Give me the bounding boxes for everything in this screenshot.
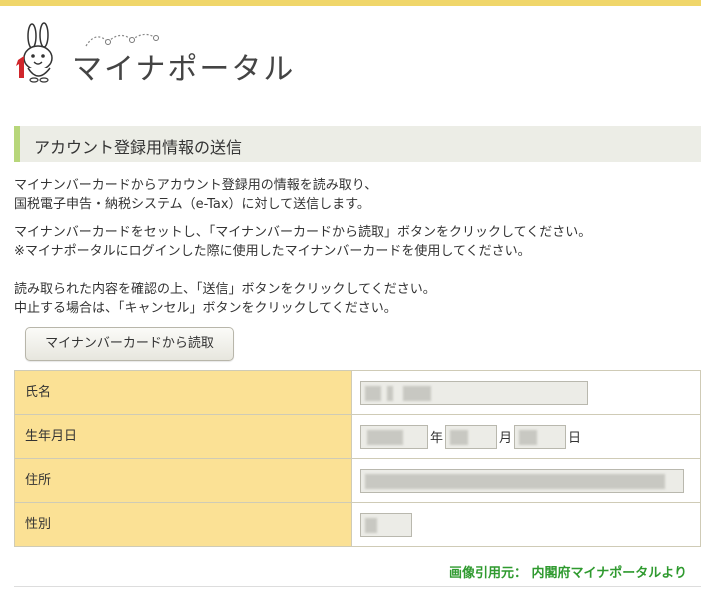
table-row-birthdate: 生年月日 年 月 日 [14, 414, 701, 459]
intro-line-4: ※マイナポータルにログインした際に使用したマイナンバーカードを使用してください。 [14, 244, 531, 259]
top-accent-bar [0, 0, 701, 6]
section-title-bar: アカウント登録用情報の送信 [14, 126, 701, 162]
redacted-block [519, 429, 538, 445]
table-row-gender: 性別 [14, 502, 701, 547]
birth-month-field [445, 424, 498, 449]
intro-line-1: マイナンバーカードからアカウント登録用の情報を読み取り、 [14, 178, 378, 193]
logo-title: マイナポータル [72, 52, 296, 87]
address-value-cell [351, 458, 701, 503]
redacted-block [450, 429, 469, 445]
image-credit: 画像引用元： 内閣府マイナポータルより [448, 566, 687, 581]
redacted-block [365, 517, 377, 533]
section-title: アカウント登録用情報の送信 [34, 138, 243, 157]
gender-value-cell [351, 502, 701, 547]
address-field [360, 468, 684, 493]
table-row-name: 氏名 [14, 370, 701, 415]
intro-line-3: マイナンバーカードをセットし、「マイナンバーカードから読取」ボタンをクリックして… [14, 225, 592, 240]
birth-year-field [360, 424, 428, 449]
table-row-address: 住所 [14, 458, 701, 503]
redacted-block [365, 385, 381, 401]
bottom-divider [14, 586, 701, 587]
name-value-cell [351, 370, 701, 415]
address-label: 住所 [14, 458, 352, 503]
gender-label: 性別 [14, 502, 352, 547]
redacted-block [387, 385, 393, 401]
birth-year-unit: 年 [430, 431, 444, 446]
birth-day-unit: 日 [568, 431, 582, 446]
birthdate-label: 生年月日 [14, 414, 352, 459]
read-from-card-button[interactable]: マイナンバーカードから読取 [25, 327, 234, 361]
birthdate-value-cell: 年 月 日 [351, 414, 701, 459]
account-info-table: 氏名 生年月日 年 月 日 住所 性別 [14, 370, 701, 547]
intro-line-6: 中止する場合は、「キャンセル」ボタンをクリックしてください。 [14, 301, 397, 316]
mynaportal-logo[interactable]: マイナポータル [14, 22, 294, 92]
birth-day-field [514, 424, 567, 449]
redacted-block [365, 473, 665, 489]
name-label: 氏名 [14, 370, 352, 415]
birth-month-unit: 月 [499, 431, 513, 446]
intro-line-2: 国税電子申告・納税システム（e-Tax）に対して送信します。 [14, 197, 370, 212]
redacted-block [367, 429, 403, 445]
intro-line-5: 読み取られた内容を確認の上、「送信」ボタンをクリックしてください。 [14, 282, 436, 297]
gender-field [360, 512, 412, 537]
mascot-rabbit-icon [16, 22, 53, 83]
name-field [360, 380, 588, 405]
redacted-block [403, 385, 431, 401]
